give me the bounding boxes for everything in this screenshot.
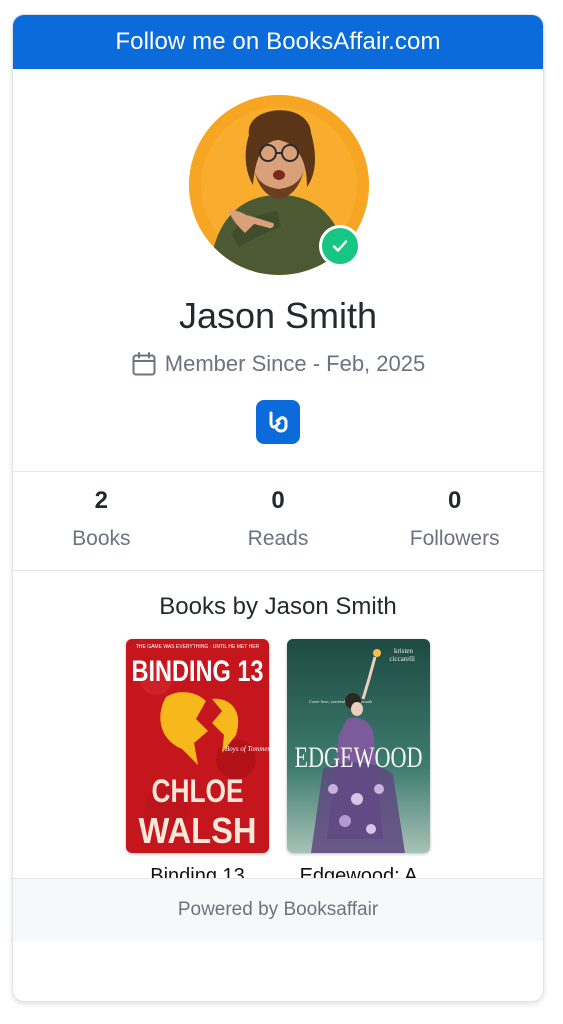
books-list: THE GAME WAS EVERYTHING · UNTIL HE MET H… <box>126 639 430 915</box>
cover-series-title: BINDING 13 <box>132 655 264 688</box>
cover-series-title: EDGEWOOD <box>295 741 423 774</box>
cover-top-text: THE GAME WAS EVERYTHING · UNTIL HE MET H… <box>136 644 260 650</box>
stat-followers-label: Followers <box>409 527 500 550</box>
stat-followers-value: 0 <box>448 487 462 514</box>
cover-author-line2: ciccarelli <box>389 655 415 663</box>
cover-author-line1: kristen <box>394 647 414 655</box>
footer-text[interactable]: Powered by Booksaffair <box>178 899 378 921</box>
stat-followers: 0 Followers <box>366 472 543 570</box>
follow-banner-text[interactable]: Follow me on BooksAffair.com <box>115 28 440 56</box>
checkmark-icon <box>332 240 348 252</box>
stat-books-label: Books <box>72 527 131 550</box>
follow-banner[interactable]: Follow me on BooksAffair.com <box>13 15 543 69</box>
stat-reads-value: 0 <box>271 487 285 514</box>
profile-card: Follow me on BooksAffair.com Jason Smith… <box>12 14 544 1002</box>
book-item[interactable]: kristen ciccarelli Come here, surrender … <box>287 639 430 915</box>
books-section: Books by Jason Smith THE GAME WAS EVERYT… <box>13 571 543 941</box>
books-section-title: Books by Jason Smith <box>159 593 397 620</box>
cover-author-first: CHLOE <box>152 773 244 809</box>
stat-reads-label: Reads <box>247 527 309 550</box>
stat-books: 2 Books <box>13 472 190 570</box>
booksaffair-logo-icon[interactable] <box>256 400 300 444</box>
booksaffair-link-icon <box>269 411 288 433</box>
member-since-text: Member Since - Feb, 2025 <box>164 351 426 376</box>
profile-section: Jason Smith Member Since - Feb, 2025 <box>13 69 543 472</box>
book-cover-binding-13[interactable]: THE GAME WAS EVERYTHING · UNTIL HE MET H… <box>126 639 269 853</box>
footer: Powered by Booksaffair <box>13 878 543 941</box>
verified-badge-icon <box>319 225 361 267</box>
book-cover-edgewood[interactable]: kristen ciccarelli Come here, surrender … <box>287 639 430 853</box>
book-item[interactable]: THE GAME WAS EVERYTHING · UNTIL HE MET H… <box>126 639 269 915</box>
stat-books-value: 2 <box>94 487 109 514</box>
member-since: Member Since - Feb, 2025 <box>13 351 543 377</box>
book-cover-image: kristen ciccarelli Come here, surrender … <box>287 639 430 853</box>
calendar-icon <box>132 352 156 376</box>
profile-name: Jason Smith <box>178 295 378 336</box>
stats-row: 2 Books 0 Reads 0 Followers <box>13 472 543 571</box>
stat-reads: 0 Reads <box>190 472 367 570</box>
cover-author-last: WALSH <box>139 810 257 851</box>
book-cover-image: THE GAME WAS EVERYTHING · UNTIL HE MET H… <box>126 639 269 853</box>
avatar-container <box>189 95 369 275</box>
cover-script-text: Boys of Tommen <box>225 745 269 753</box>
